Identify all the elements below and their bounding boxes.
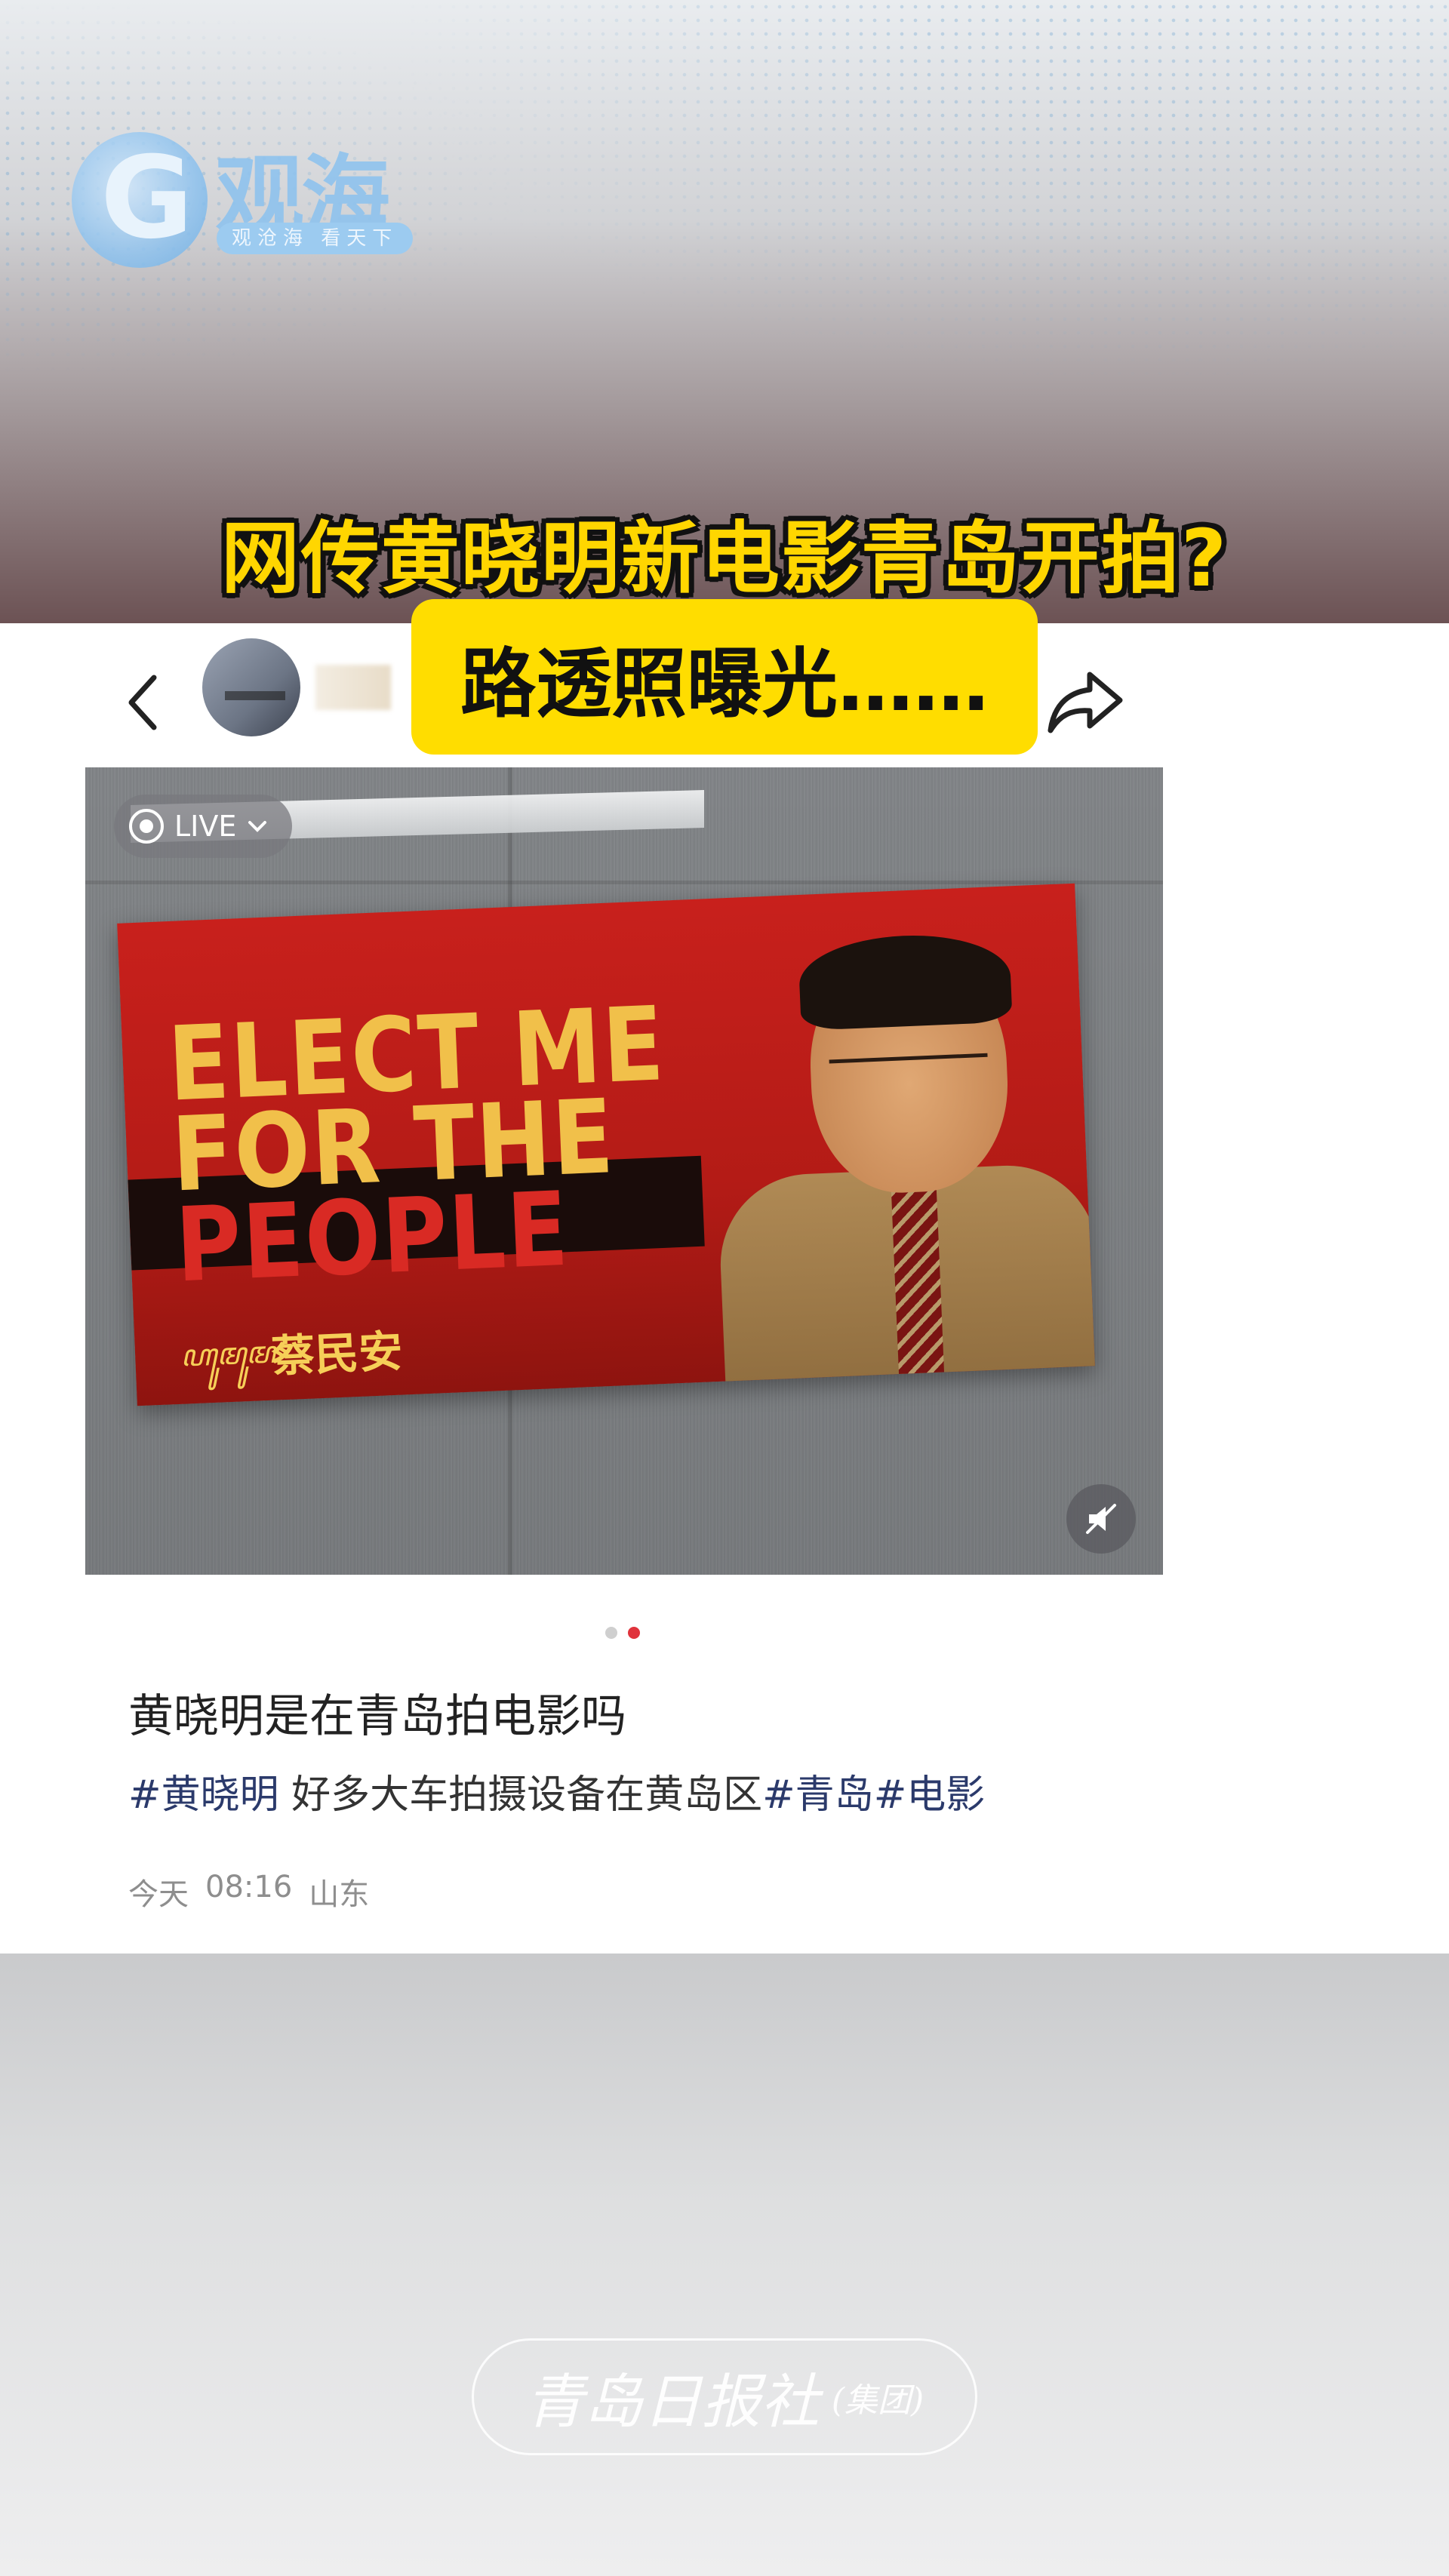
billboard-line3: PEOPLE bbox=[173, 1169, 572, 1305]
mute-button[interactable] bbox=[1066, 1484, 1136, 1554]
subheadline: 路透照曝光…… bbox=[411, 599, 1038, 755]
guanhai-logo: G 观海 观沧海 看天下 bbox=[72, 124, 419, 268]
back-icon[interactable] bbox=[121, 669, 166, 736]
bottom-area: 青岛日报社 (集团) bbox=[0, 1954, 1449, 2576]
billboard-portrait bbox=[692, 921, 1095, 1404]
post-text: 好多大车拍摄设备在黄岛区 bbox=[278, 1772, 763, 1818]
hashtag-link[interactable]: #青岛 bbox=[762, 1772, 874, 1818]
billboard: ELECT ME FOR THE PEOPLE ꦲꦸꦩꦸꦩ 蔡民安 bbox=[117, 883, 1095, 1406]
pager-dot-active[interactable] bbox=[628, 1627, 640, 1639]
press-group: (集团) bbox=[831, 2381, 924, 2420]
post-date: 今天 bbox=[128, 1877, 189, 1912]
post-card: 路透照曝光…… ELECT ME FOR THE PEOPLE ꦲꦸꦩꦸꦩ 蔡民… bbox=[0, 599, 1449, 1954]
portrait-tie bbox=[891, 1176, 945, 1375]
mute-icon bbox=[1086, 1504, 1116, 1534]
post-meta: 今天 08:16 山东 bbox=[128, 1870, 369, 1914]
portrait-glasses bbox=[829, 1053, 989, 1094]
post-time: 08:16 bbox=[205, 1870, 293, 1904]
portrait-hair bbox=[797, 931, 1013, 1031]
post-location: 山东 bbox=[309, 1877, 370, 1912]
post-photo[interactable]: ELECT ME FOR THE PEOPLE ꦲꦸꦩꦸꦩ 蔡民安 LIVE bbox=[85, 767, 1163, 1575]
live-badge[interactable]: LIVE bbox=[114, 795, 292, 858]
wall-seam bbox=[85, 881, 1163, 884]
hashtag-link[interactable]: #电影 bbox=[874, 1772, 986, 1818]
chevron-down-icon bbox=[248, 821, 267, 832]
pager-dot[interactable] bbox=[605, 1627, 617, 1639]
post-title: 黄晓明是在青岛拍电影吗 bbox=[128, 1690, 626, 1743]
press-name: 青岛日报社 bbox=[525, 2368, 820, 2436]
billboard-name: 蔡民安 bbox=[269, 1325, 404, 1382]
top-banner: G 观海 观沧海 看天下 网传黄晓明新电影青岛开拍? bbox=[0, 0, 1449, 623]
post-body: #黄晓明 好多大车拍摄设备在黄岛区#青岛#电影 bbox=[128, 1763, 985, 1819]
headline: 网传黄晓明新电影青岛开拍? bbox=[220, 512, 1229, 604]
live-label: LIVE bbox=[174, 810, 237, 843]
logo-slogan: 观沧海 看天下 bbox=[217, 223, 414, 254]
hashtag-link[interactable]: #黄晓明 bbox=[128, 1772, 279, 1818]
press-watermark: 青岛日报社 (集团) bbox=[472, 2338, 977, 2455]
billboard-script: ꦲꦸꦩꦸꦩ bbox=[180, 1335, 276, 1374]
photo-pager bbox=[605, 1627, 640, 1639]
live-icon bbox=[129, 809, 164, 844]
logo-glyph: G bbox=[100, 133, 194, 264]
avatar[interactable] bbox=[202, 638, 300, 736]
username-blurred bbox=[315, 665, 391, 710]
share-icon[interactable] bbox=[1041, 661, 1132, 744]
dot-pattern-right bbox=[392, 0, 1449, 392]
